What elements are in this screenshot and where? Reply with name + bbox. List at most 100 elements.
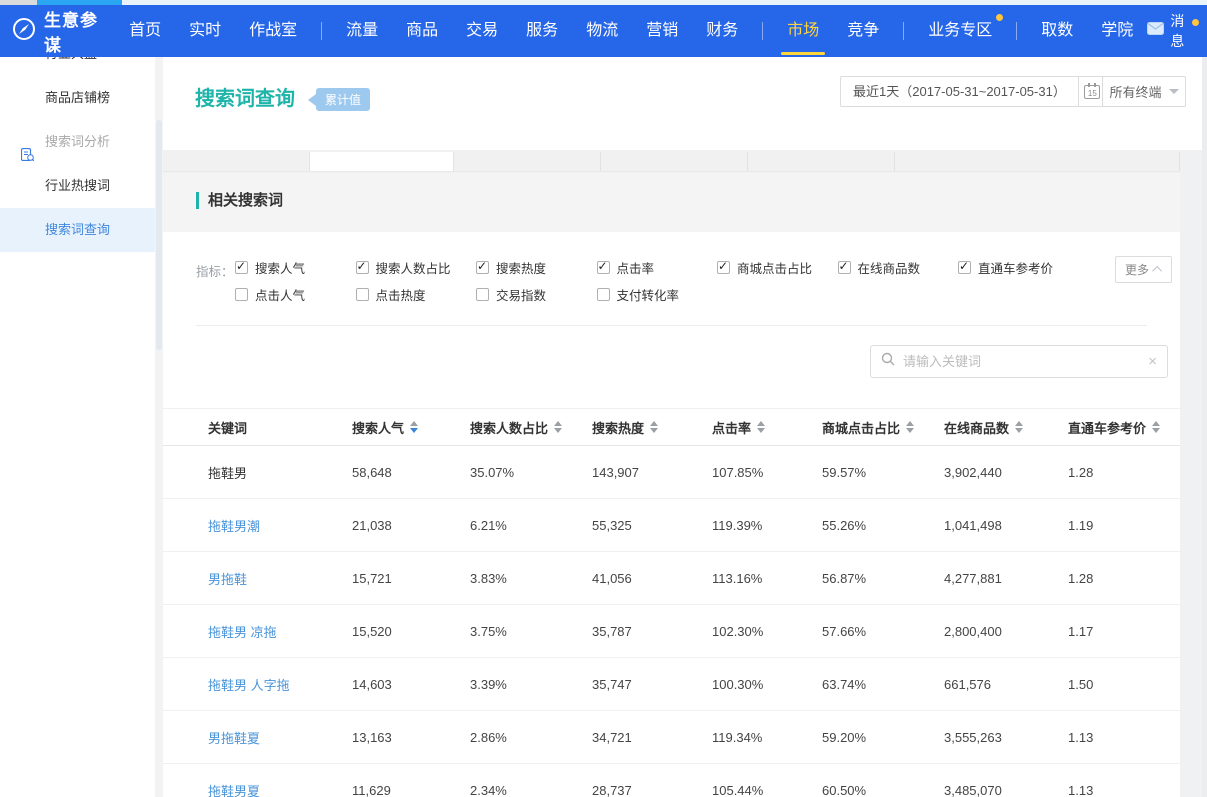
nav-item-市场[interactable]: 市场 (773, 5, 833, 57)
sort-icon[interactable] (1015, 421, 1023, 433)
column-header-在线商品数[interactable]: 在线商品数 (944, 418, 1068, 437)
value-cell: 119.39% (712, 518, 822, 533)
page-scrollbar[interactable] (1202, 57, 1207, 797)
tab-4[interactable] (748, 152, 895, 171)
more-button[interactable]: 更多 (1115, 256, 1172, 283)
sort-icon[interactable] (1152, 421, 1160, 433)
nav-item-label: 业务专区 (928, 22, 992, 39)
checkbox-icon[interactable] (717, 261, 730, 274)
nav-item-取数[interactable]: 取数 (1027, 5, 1087, 57)
metric-label: 点击热度 (376, 285, 426, 304)
sidebar-item-搜索词查询[interactable]: 搜索词查询 (0, 208, 155, 252)
metric-checkbox-交易指数[interactable]: 交易指数 (476, 285, 597, 304)
column-header-点击率[interactable]: 点击率 (712, 418, 822, 437)
sort-icon[interactable] (410, 421, 418, 433)
value-cell: 2,800,400 (944, 624, 1068, 639)
keyword-cell[interactable]: 拖鞋男 人字拖 (208, 675, 352, 694)
checkbox-icon[interactable] (597, 261, 610, 274)
tab-2[interactable] (454, 152, 601, 171)
column-header-商城点击占比[interactable]: 商城点击占比 (822, 418, 944, 437)
nav-item-商品[interactable]: 商品 (392, 5, 452, 57)
sidebar-item-搜索词分析: 搜索词分析 (0, 120, 155, 164)
sort-icon[interactable] (554, 421, 562, 433)
metric-label: 搜索人气 (255, 258, 305, 277)
value-cell: 1.28 (1068, 571, 1180, 586)
badge-label: 累计值 (316, 88, 370, 111)
nav-item-学院[interactable]: 学院 (1087, 5, 1147, 57)
message-button[interactable]: 消息 (1147, 11, 1207, 51)
nav-divider (321, 22, 322, 40)
column-header-搜索人数占比[interactable]: 搜索人数占比 (470, 418, 592, 437)
sort-icon[interactable] (906, 421, 914, 433)
value-cell: 59.20% (822, 730, 944, 745)
tab-3[interactable] (601, 152, 748, 171)
terminal-select[interactable]: 所有终端 (1102, 76, 1186, 107)
keyword-cell[interactable]: 拖鞋男潮 (208, 516, 352, 535)
value-cell: 41,056 (592, 571, 712, 586)
metric-checkbox-点击率[interactable]: 点击率 (597, 258, 718, 277)
nav-item-作战室[interactable]: 作战室 (235, 5, 311, 57)
keyword-cell[interactable]: 拖鞋男夏 (208, 781, 352, 797)
value-cell: 34,721 (592, 730, 712, 745)
nav-item-流量[interactable]: 流量 (332, 5, 392, 57)
metric-checkbox-搜索人气[interactable]: 搜索人气 (235, 258, 356, 277)
brand-logo[interactable]: 生意参谋 (0, 6, 101, 56)
metric-checkbox-直通车参考价[interactable]: 直通车参考价 (958, 258, 1079, 277)
metric-checkbox-在线商品数[interactable]: 在线商品数 (838, 258, 959, 277)
checkbox-icon[interactable] (838, 261, 851, 274)
nav-item-首页[interactable]: 首页 (115, 5, 175, 57)
sidebar-items: 行业大盘商品店铺榜搜索词分析行业热搜词搜索词查询 (0, 32, 155, 252)
date-range-picker[interactable]: 最近1天（2017-05-31~2017-05-31） 15 (840, 76, 1107, 107)
keyword-cell[interactable]: 拖鞋男 凉拖 (208, 622, 352, 641)
sidebar-item-商品店铺榜[interactable]: 商品店铺榜 (0, 76, 155, 120)
table-row: 拖鞋男 凉拖15,5203.75%35,787102.30%57.66%2,80… (163, 605, 1180, 658)
sort-down-icon (554, 428, 562, 433)
nav-item-label: 学院 (1101, 22, 1133, 39)
sort-icon[interactable] (650, 421, 658, 433)
clear-search-icon[interactable]: × (1148, 354, 1157, 369)
checkbox-icon[interactable] (476, 261, 489, 274)
sort-up-icon (410, 421, 418, 426)
table-row: 拖鞋男夏11,6292.34%28,737105.44%60.50%3,485,… (163, 764, 1180, 797)
tab-5[interactable] (895, 152, 1180, 171)
sort-down-icon (650, 428, 658, 433)
nav-item-交易[interactable]: 交易 (452, 5, 512, 57)
keyword-search-input[interactable] (903, 354, 1140, 369)
column-header-直通车参考价[interactable]: 直通车参考价 (1068, 418, 1180, 437)
checkbox-icon[interactable] (476, 288, 489, 301)
checkbox-icon[interactable] (235, 288, 248, 301)
nav-item-服务[interactable]: 服务 (512, 5, 572, 57)
metric-checkbox-搜索热度[interactable]: 搜索热度 (476, 258, 597, 277)
column-header-搜索人气[interactable]: 搜索人气 (352, 418, 470, 437)
column-header-label: 搜索热度 (592, 418, 644, 437)
keyword-cell[interactable]: 男拖鞋 (208, 569, 352, 588)
nav-item-竞争[interactable]: 竞争 (833, 5, 893, 57)
metric-checkbox-点击人气[interactable]: 点击人气 (235, 285, 356, 304)
metric-checkbox-商城点击占比[interactable]: 商城点击占比 (717, 258, 838, 277)
nav-item-财务[interactable]: 财务 (692, 5, 752, 57)
nav-item-label: 竞争 (847, 22, 879, 39)
metric-checkbox-点击热度[interactable]: 点击热度 (356, 285, 477, 304)
metrics-label: 指标： (196, 261, 234, 280)
sort-icon[interactable] (757, 421, 765, 433)
keyword-cell[interactable]: 男拖鞋夏 (208, 728, 352, 747)
sidebar-item-label: 行业热搜词 (45, 178, 110, 193)
nav-item-业务专区[interactable]: 业务专区 (914, 5, 1006, 57)
checkbox-icon[interactable] (597, 288, 610, 301)
column-header-搜索热度[interactable]: 搜索热度 (592, 418, 712, 437)
metric-checkbox-搜索人数占比[interactable]: 搜索人数占比 (356, 258, 477, 277)
sidebar-scrollbar-thumb[interactable] (156, 120, 162, 350)
checkbox-icon[interactable] (356, 261, 369, 274)
checkbox-icon[interactable] (356, 288, 369, 301)
value-cell: 113.16% (712, 571, 822, 586)
tab-0[interactable] (163, 152, 310, 171)
tab-1[interactable] (310, 152, 454, 171)
nav-item-物流[interactable]: 物流 (572, 5, 632, 57)
checkbox-icon[interactable] (958, 261, 971, 274)
nav-item-营销[interactable]: 营销 (632, 5, 692, 57)
sort-down-icon (906, 428, 914, 433)
value-cell: 35,747 (592, 677, 712, 692)
metric-checkbox-支付转化率[interactable]: 支付转化率 (597, 285, 718, 304)
nav-item-实时[interactable]: 实时 (175, 5, 235, 57)
checkbox-icon[interactable] (235, 261, 248, 274)
